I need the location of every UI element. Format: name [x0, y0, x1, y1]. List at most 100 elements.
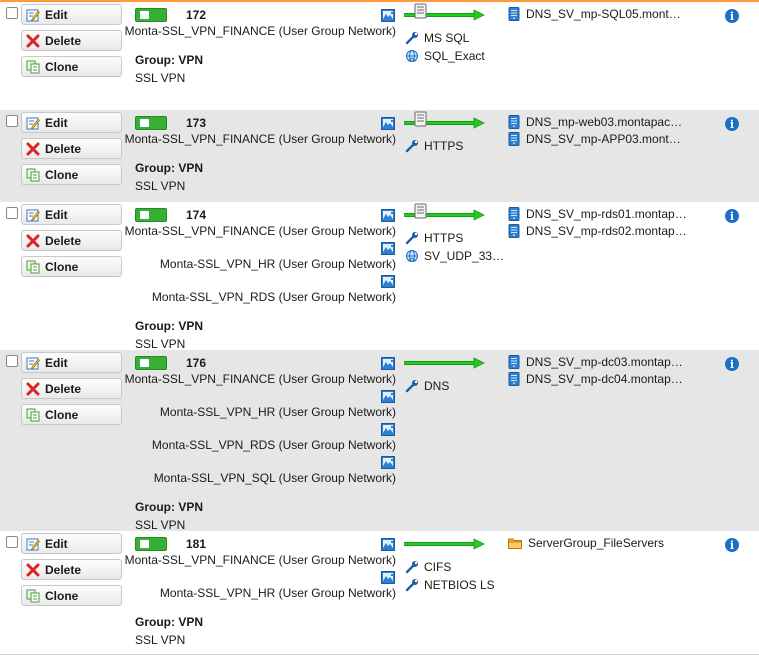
rule-select-checkbox[interactable] — [6, 536, 18, 548]
edit-button[interactable]: Edit — [21, 352, 122, 373]
service-label: DNS — [424, 379, 450, 393]
edit-icon — [26, 208, 40, 222]
info-icon[interactable]: i — [725, 538, 739, 552]
source-network[interactable]: Monta-SSL_VPN_FINANCE (User Group Networ… — [125, 224, 396, 238]
delete-button[interactable]: Delete — [21, 230, 122, 251]
rule-id: 174 — [186, 208, 207, 222]
server-icon — [508, 207, 520, 221]
network-icon[interactable] — [381, 9, 395, 22]
info-icon[interactable]: i — [725, 357, 739, 371]
rule-id: 172 — [186, 8, 207, 22]
destination-item[interactable]: DNS_SV_mp-SQL05.mont… — [508, 7, 681, 21]
network-icon[interactable] — [381, 390, 395, 403]
network-icon[interactable] — [381, 423, 395, 436]
delete-button-label: Delete — [45, 141, 82, 156]
rule-select-checkbox[interactable] — [6, 115, 18, 127]
rule-row-172: Edit Delete Clone 172 Monta-SSL_VPN_FINANCE … — [0, 2, 759, 111]
source-network[interactable]: Monta-SSL_VPN_RDS (User Group Network) — [152, 290, 396, 304]
destination-item[interactable]: DNS_SV_mp-dc04.montap… — [508, 372, 683, 386]
info-icon[interactable]: i — [725, 209, 739, 223]
network-icon[interactable] — [381, 456, 395, 469]
clone-button[interactable]: Clone — [21, 56, 122, 77]
source-network[interactable]: Monta-SSL_VPN_FINANCE (User Group Networ… — [125, 132, 396, 146]
rule-select-checkbox[interactable] — [6, 355, 18, 367]
clone-button-label: Clone — [45, 59, 79, 74]
folder-icon — [508, 536, 522, 550]
destination-item[interactable]: ServerGroup_FileServers — [508, 536, 664, 550]
delete-button[interactable]: Delete — [21, 30, 122, 51]
clone-icon — [26, 408, 40, 422]
rule-enabled-toggle[interactable] — [135, 356, 167, 370]
destination-item[interactable]: DNS_SV_mp-APP03.mont… — [508, 132, 681, 146]
source-network[interactable]: Monta-SSL_VPN_RDS (User Group Network) — [152, 438, 396, 452]
clone-icon — [26, 589, 40, 603]
service-item[interactable]: MS SQL — [405, 31, 469, 45]
service-item[interactable]: SV_UDP_33… — [405, 249, 504, 263]
edit-icon — [26, 356, 40, 370]
service-item[interactable]: HTTPS — [405, 139, 463, 153]
delete-icon — [26, 142, 40, 156]
service-label: SQL_Exact — [424, 49, 485, 63]
rule-enabled-toggle[interactable] — [135, 537, 167, 551]
rule-select-checkbox[interactable] — [6, 7, 18, 19]
edit-button[interactable]: Edit — [21, 4, 122, 25]
gateway-server-icon — [415, 4, 426, 18]
service-item[interactable]: HTTPS — [405, 231, 463, 245]
rule-id: 176 — [186, 356, 207, 370]
delete-button[interactable]: Delete — [21, 559, 122, 580]
clone-button[interactable]: Clone — [21, 585, 122, 606]
wrench-icon — [405, 379, 419, 393]
delete-button[interactable]: Delete — [21, 378, 122, 399]
group-label: Group: VPN — [135, 161, 203, 175]
group-label: Group: VPN — [135, 53, 203, 67]
service-item[interactable]: SQL_Exact — [405, 49, 485, 63]
edit-button[interactable]: Edit — [21, 533, 122, 554]
edit-button-label: Edit — [45, 536, 68, 551]
destination-item[interactable]: DNS_mp-web03.montapac… — [508, 115, 682, 129]
service-item[interactable]: CIFS — [405, 560, 451, 574]
source-network[interactable]: Monta-SSL_VPN_FINANCE (User Group Networ… — [125, 372, 396, 386]
info-icon[interactable]: i — [725, 9, 739, 23]
info-icon[interactable]: i — [725, 117, 739, 131]
network-icon[interactable] — [381, 242, 395, 255]
rule-enabled-toggle[interactable] — [135, 8, 167, 22]
gateway-server-icon — [415, 204, 426, 218]
clone-button[interactable]: Clone — [21, 256, 122, 277]
edit-button-label: Edit — [45, 115, 68, 130]
source-network[interactable]: Monta-SSL_VPN_FINANCE (User Group Networ… — [125, 553, 396, 567]
clone-button[interactable]: Clone — [21, 404, 122, 425]
network-icon[interactable] — [381, 209, 395, 222]
traffic-flow-arrow — [404, 532, 486, 552]
network-icon[interactable] — [381, 117, 395, 130]
rule-enabled-toggle[interactable] — [135, 208, 167, 222]
source-network[interactable]: Monta-SSL_VPN_FINANCE (User Group Networ… — [125, 24, 396, 38]
service-item[interactable]: DNS — [405, 379, 449, 393]
destination-label: ServerGroup_FileServers — [528, 536, 665, 550]
clone-button[interactable]: Clone — [21, 164, 122, 185]
destination-item[interactable]: DNS_SV_mp-dc03.montap… — [508, 355, 683, 369]
network-icon[interactable] — [381, 538, 395, 551]
delete-button-label: Delete — [45, 233, 82, 248]
source-network[interactable]: Monta-SSL_VPN_SQL (User Group Network) — [154, 471, 396, 485]
rule-enabled-toggle[interactable] — [135, 116, 167, 130]
service-item[interactable]: NETBIOS LS — [405, 578, 495, 592]
destination-label: DNS_SV_mp-APP03.mont… — [526, 132, 681, 146]
delete-icon — [26, 382, 40, 396]
group-value: SSL VPN — [135, 71, 186, 85]
rule-select-checkbox[interactable] — [6, 207, 18, 219]
destination-item[interactable]: DNS_SV_mp-rds02.montap… — [508, 224, 687, 238]
network-icon[interactable] — [381, 571, 395, 584]
group-value: SSL VPN — [135, 179, 186, 193]
network-icon[interactable] — [381, 275, 395, 288]
destination-item[interactable]: DNS_SV_mp-rds01.montap… — [508, 207, 687, 221]
rule-row-176: Edit Delete Clone 176 Monta-SSL_VPN_FINANCE … — [0, 350, 759, 532]
network-icon[interactable] — [381, 357, 395, 370]
source-network[interactable]: Monta-SSL_VPN_HR (User Group Network) — [160, 257, 396, 271]
source-network[interactable]: Monta-SSL_VPN_HR (User Group Network) — [160, 405, 396, 419]
server-icon — [508, 355, 520, 369]
source-network[interactable]: Monta-SSL_VPN_HR (User Group Network) — [160, 586, 396, 600]
edit-button[interactable]: Edit — [21, 204, 122, 225]
delete-button[interactable]: Delete — [21, 138, 122, 159]
clone-button-label: Clone — [45, 588, 79, 603]
edit-button[interactable]: Edit — [21, 112, 122, 133]
